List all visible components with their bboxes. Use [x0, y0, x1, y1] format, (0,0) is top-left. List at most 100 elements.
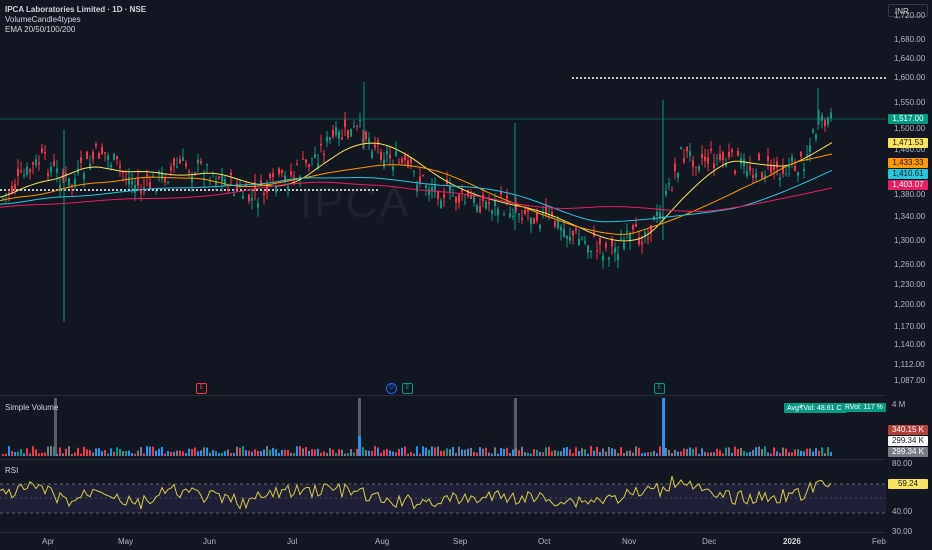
- candle-body: [656, 211, 658, 217]
- volume-bar: [512, 449, 514, 456]
- candle-body: [635, 224, 637, 227]
- candle-body: [497, 208, 499, 216]
- rsi-pane-label[interactable]: RSI: [5, 466, 18, 475]
- candle-body: [779, 177, 781, 180]
- candle-body: [533, 218, 535, 224]
- candle-body: [677, 172, 679, 178]
- candle-body: [731, 149, 733, 153]
- candle-body: [458, 194, 460, 203]
- candle-body: [737, 150, 739, 156]
- volume-bar: [65, 448, 67, 456]
- candle-body: [11, 185, 13, 193]
- volume-bar: [305, 447, 307, 456]
- volume-bar: [770, 453, 772, 456]
- volume-bar: [263, 449, 265, 456]
- candle-body: [689, 151, 691, 157]
- volume-bar: [737, 449, 739, 456]
- volume-bar: [221, 452, 223, 456]
- volume-bar: [176, 450, 178, 456]
- volume-bar: [695, 447, 697, 456]
- indicator-ema[interactable]: EMA 20/50/100/200: [5, 25, 146, 35]
- volume-bar: [320, 452, 322, 456]
- candle-body: [314, 154, 316, 158]
- chart-legend: IPCA Laboratories Limited · 1D · NSE Vol…: [5, 5, 146, 35]
- candle-body: [104, 152, 106, 154]
- volume-pane-label[interactable]: Simple Volume: [5, 403, 58, 412]
- volume-bar: [128, 450, 130, 456]
- rsi-pane-separator[interactable]: [0, 459, 886, 460]
- volume-pane-separator[interactable]: [0, 395, 886, 396]
- price-axis-label: 1,300.00: [894, 236, 926, 245]
- candle-body: [392, 166, 394, 171]
- candle-body: [278, 168, 280, 174]
- volume-bar: [173, 451, 175, 456]
- volume-bar: [278, 453, 280, 456]
- candle-body: [560, 226, 562, 231]
- candle-body: [509, 213, 511, 218]
- volume-bar: [260, 451, 262, 456]
- time-axis-label: Jul: [287, 537, 298, 546]
- price-axis-label: 1,550.00: [894, 98, 926, 107]
- volume-bar: [188, 448, 190, 456]
- symbol-title[interactable]: IPCA Laboratories Limited · 1D · NSE: [5, 5, 146, 15]
- volume-bar: [311, 449, 313, 456]
- candle-body: [506, 195, 508, 199]
- volume-bar: [656, 453, 658, 456]
- volume-bar: [752, 449, 754, 456]
- volume-bar: [803, 451, 805, 456]
- candle-body: [248, 194, 250, 202]
- candle-body: [815, 134, 817, 140]
- time-axis-label: 2026: [783, 537, 801, 546]
- earnings-event-icon[interactable]: E: [654, 383, 665, 394]
- candle-body: [17, 168, 19, 176]
- avg-volume-badge: Avg₹Vol: 48.61 Cr: [784, 403, 847, 413]
- candle-body: [29, 169, 31, 173]
- volume-bar: [83, 446, 85, 456]
- volume-bar: [11, 451, 13, 456]
- indicator-volume-candle[interactable]: VolumeCandle4types: [5, 15, 146, 25]
- volume-bar: [653, 450, 655, 456]
- volume-bar: [683, 448, 685, 456]
- rvol-badge: RVol: 117 %: [842, 403, 886, 412]
- candle-body: [95, 143, 97, 147]
- volume-bar: [113, 451, 115, 456]
- candle-body: [590, 250, 592, 253]
- volume-bar: [167, 451, 169, 456]
- candle-body: [359, 119, 361, 121]
- candle-body: [353, 126, 355, 128]
- volume-bar: [395, 452, 397, 456]
- candle-body: [335, 127, 337, 136]
- volume-bar: [245, 450, 247, 456]
- volume-bar: [461, 449, 463, 456]
- volume-bar: [344, 453, 346, 456]
- candle-body: [188, 171, 190, 173]
- earnings-event-icon[interactable]: E: [196, 383, 207, 394]
- volume-bar: [356, 448, 358, 456]
- volume-bar: [398, 448, 400, 456]
- candle-body: [38, 162, 40, 165]
- candle-body: [806, 154, 808, 156]
- ema50-line: [0, 153, 833, 235]
- candle-body: [680, 147, 682, 149]
- candle-body: [50, 166, 52, 173]
- candle-body: [92, 152, 94, 160]
- volume-bar: [239, 447, 241, 456]
- volume-bar: [629, 450, 631, 456]
- volume-bar: [185, 453, 187, 456]
- candle-body: [626, 231, 628, 233]
- volume-bar: [638, 447, 640, 456]
- time-axis-label: Aug: [375, 537, 390, 546]
- candle-body: [149, 182, 151, 188]
- candle-body: [233, 194, 235, 196]
- volume-bar: [713, 452, 715, 456]
- earnings-event-icon[interactable]: E: [402, 383, 413, 394]
- volume-bar: [317, 448, 319, 456]
- dividend-event-icon[interactable]: D: [386, 383, 397, 394]
- volume-bar: [818, 450, 820, 456]
- volume-bar: [575, 447, 577, 456]
- volume-bar: [815, 448, 817, 456]
- candle-body: [698, 166, 700, 171]
- candle-body: [35, 159, 37, 166]
- volume-bar: [38, 453, 40, 456]
- volume-bar: [446, 448, 448, 456]
